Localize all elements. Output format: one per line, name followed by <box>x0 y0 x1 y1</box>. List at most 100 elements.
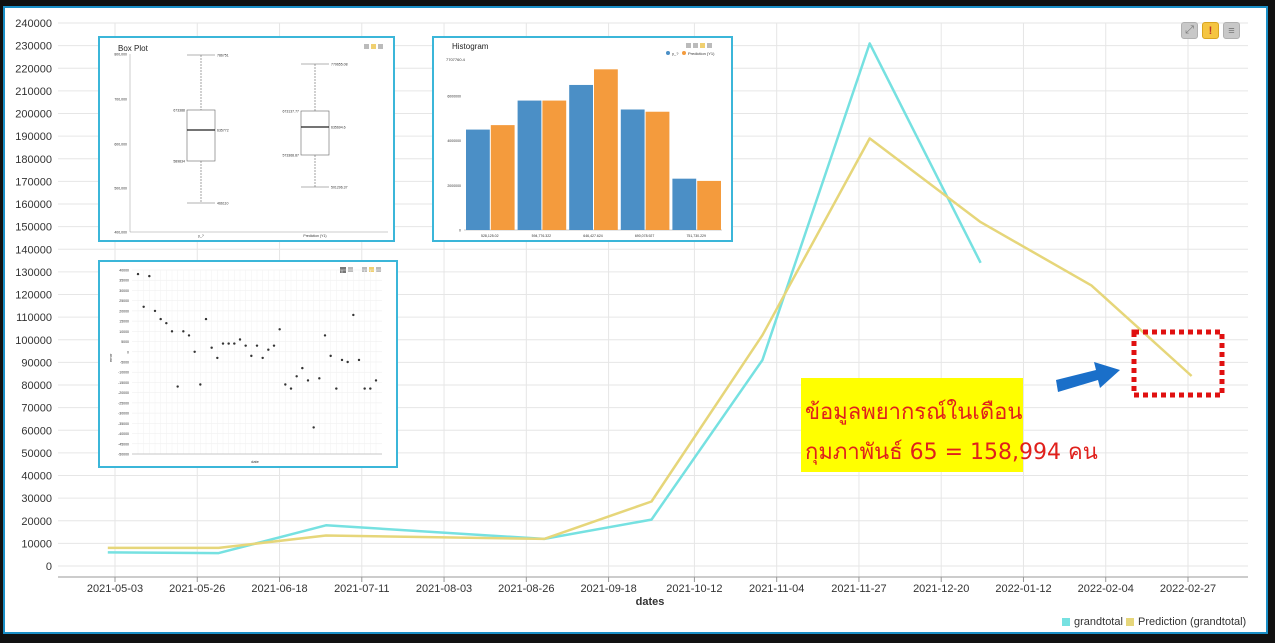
boxplot-value-label: 501296.37 <box>331 186 348 190</box>
scatter-point <box>199 383 202 386</box>
scatter-y-tick: -20000 <box>118 391 129 395</box>
scatter-point <box>267 348 270 351</box>
histogram-inset: Histogram 7707760.4 y_? Prediction (Y1) … <box>432 36 733 242</box>
scatter-point <box>250 354 253 358</box>
histogram-bar-a <box>517 100 542 230</box>
scatter-point <box>153 309 157 313</box>
scatter-point <box>216 356 219 360</box>
boxplot-category-label: Prediction (Y1) <box>303 234 326 238</box>
scatter-point <box>148 274 151 278</box>
scatter-point <box>374 379 378 382</box>
warning-icon: ! <box>1208 24 1213 37</box>
legend-label-prediction: Prediction (grandtotal) <box>1138 616 1247 628</box>
scatter-point <box>289 387 293 390</box>
scatter-y-tick: 30000 <box>119 289 129 293</box>
scatter-point <box>187 334 191 337</box>
boxplot-category-label: y_? <box>198 234 204 238</box>
legend-item-prediction[interactable]: Prediction (grandtotal) <box>1126 616 1246 628</box>
scatter-point <box>346 360 349 364</box>
scatter-point <box>323 334 327 337</box>
scatter-y-tick: 0 <box>127 350 129 354</box>
y-tick-label: 140000 <box>15 244 52 256</box>
scatter-y-tick: -5000 <box>120 361 129 365</box>
histogram-y-tick: 6000000 <box>447 95 461 99</box>
scatter-y-tick: -10000 <box>118 371 129 375</box>
boxplot-y-tick: 700,000 <box>114 98 127 102</box>
histogram-y-tick: 4000000 <box>447 139 461 143</box>
y-tick-label: 20000 <box>21 516 52 528</box>
legend-item-grandtotal[interactable]: grandtotal <box>1062 616 1123 628</box>
expand-icon: ⤢ <box>1185 24 1194 36</box>
x-tick-label: 2021-07-11 <box>334 583 389 595</box>
boxplot-value-label: 779655.08 <box>331 63 348 67</box>
scatter-point <box>170 330 174 333</box>
scatter-point <box>238 338 242 341</box>
y-tick-label: 170000 <box>15 176 52 188</box>
scatter-y-tick: 40000 <box>119 269 129 273</box>
menu-button[interactable]: ≡ <box>1223 22 1240 39</box>
histogram-bar-b <box>542 100 567 230</box>
scatter-y-tick: -35000 <box>118 422 129 426</box>
y-tick-label: 130000 <box>15 267 52 279</box>
scatter-point <box>272 344 276 347</box>
scatter-point <box>255 344 259 347</box>
scatter-point <box>233 342 236 345</box>
scatter-point <box>204 317 208 321</box>
boxplot-value-label: 673388 <box>173 109 185 113</box>
scatter-point <box>136 272 140 276</box>
boxplot-y-tick: 400,000 <box>114 231 127 235</box>
x-tick-label: 2021-10-12 <box>666 583 722 595</box>
menu-icon: ≡ <box>1228 24 1235 37</box>
histogram-bar-b <box>594 69 618 230</box>
y-tick-label: 180000 <box>15 154 52 166</box>
y-tick-label: 100000 <box>15 335 52 347</box>
histogram-category-label: 690,078.927 <box>635 234 655 238</box>
scatter-y-tick: -45000 <box>118 442 129 446</box>
boxplot-y-tick: 600,000 <box>114 143 127 147</box>
histogram-legend-a: y_? <box>672 51 679 56</box>
histogram-title: Histogram <box>452 42 489 51</box>
boxplot-toolbar[interactable] <box>364 44 383 49</box>
scatter-y-tick: 35000 <box>119 279 129 283</box>
scatter-point <box>335 387 338 390</box>
boxplot-y-tick: 800,000 <box>114 53 127 57</box>
legend-label-grandtotal: grandtotal <box>1074 616 1123 628</box>
y-tick-label: 40000 <box>21 471 52 483</box>
scatter-point <box>312 426 315 429</box>
warning-button[interactable]: ! <box>1202 22 1219 39</box>
y-tick-label: 70000 <box>21 403 52 415</box>
expand-button[interactable]: ⤢ <box>1181 22 1198 39</box>
x-tick-label: 2021-12-20 <box>913 583 969 595</box>
scatter-point <box>244 344 247 347</box>
scatter-inset: error date 40000 35000 30000 25000 20000 1500… <box>98 260 398 468</box>
scatter-point <box>340 358 344 362</box>
scatter-y-tick: 10000 <box>119 330 129 334</box>
callout-line-2: กุมภาพันธ์ 65 = 158,994 คน <box>805 440 1098 465</box>
scatter-point <box>165 321 168 325</box>
boxplot-box <box>300 110 330 156</box>
scatter-point <box>318 377 321 380</box>
y-tick-label: 110000 <box>16 312 52 324</box>
y-tick-label: 220000 <box>15 63 52 75</box>
y-tick-label: 0 <box>46 561 52 573</box>
boxplot-value-label: 635694.6 <box>331 126 346 130</box>
scatter-point <box>227 342 230 345</box>
histogram-bar-a <box>620 109 645 230</box>
histogram-y-tick: 2000000 <box>447 184 461 188</box>
y-tick-label: 60000 <box>21 425 52 437</box>
histogram-top-label: 7707760.4 <box>446 57 466 62</box>
x-tick-label: 2021-06-18 <box>251 583 307 595</box>
forecast-callout: ข้อมูลพยากรณ์ในเดือน กุมภาพันธ์ 65 = 158… <box>801 378 1098 472</box>
scatter-point <box>301 366 304 370</box>
scatter-point <box>357 358 361 362</box>
y-tick-label: 160000 <box>15 199 52 211</box>
callout-line-1: ข้อมูลพยากรณ์ในเดือน <box>805 400 1023 425</box>
histogram-toolbar[interactable] <box>686 43 712 48</box>
y-tick-label: 200000 <box>15 109 52 121</box>
histogram-category-label: 594,776.322 <box>532 234 552 238</box>
boxplot-value-label: 673137.77 <box>282 110 299 114</box>
scatter-point <box>210 346 213 349</box>
boxplot-value-label: 466110 <box>217 202 228 206</box>
histogram-bar-a <box>569 84 593 230</box>
x-tick-label: 2022-02-27 <box>1160 583 1216 595</box>
